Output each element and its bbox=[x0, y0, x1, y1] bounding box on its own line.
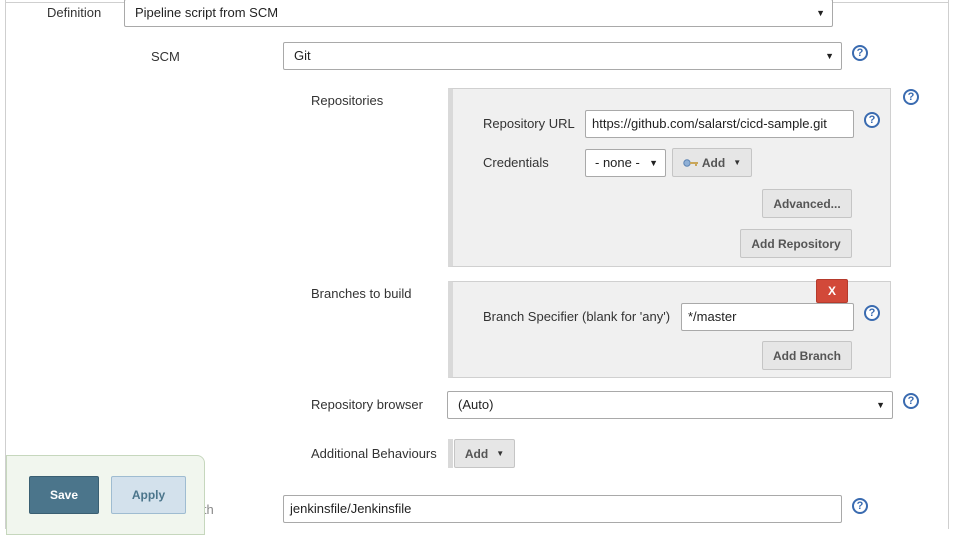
delete-branch-button[interactable]: X bbox=[816, 279, 848, 303]
repositories-label: Repositories bbox=[311, 93, 384, 108]
script-path-help-icon[interactable]: ? bbox=[852, 498, 868, 514]
chevron-down-icon: ▼ bbox=[816, 8, 825, 18]
additional-behaviours-label: Additional Behaviours bbox=[311, 446, 437, 461]
scm-select[interactable]: Git ▼ bbox=[283, 42, 842, 70]
apply-button[interactable]: Apply bbox=[111, 476, 186, 514]
add-branch-button[interactable]: Add Branch bbox=[762, 341, 852, 370]
repository-browser-value: (Auto) bbox=[458, 397, 494, 412]
credentials-value: - none - bbox=[595, 155, 640, 170]
credentials-label: Credentials bbox=[483, 155, 549, 170]
definition-select[interactable]: Pipeline script from SCM ▼ bbox=[124, 0, 833, 27]
repository-url-help-icon[interactable]: ? bbox=[864, 112, 880, 128]
branches-label: Branches to build bbox=[311, 286, 412, 301]
add-repository-button[interactable]: Add Repository bbox=[740, 229, 852, 258]
scm-label: SCM bbox=[151, 49, 180, 64]
credentials-add-label: Add bbox=[701, 155, 726, 170]
additional-behaviours-add-label: Add bbox=[464, 446, 489, 461]
repository-browser-select[interactable]: (Auto) ▼ bbox=[447, 391, 893, 419]
chevron-down-icon: ▼ bbox=[649, 158, 658, 168]
page-right-border bbox=[948, 0, 949, 529]
advanced-button[interactable]: Advanced... bbox=[762, 189, 852, 218]
repository-url-input[interactable]: https://github.com/salarst/cicd-sample.g… bbox=[585, 110, 854, 138]
chevron-down-icon: ▼ bbox=[876, 400, 885, 410]
page-left-border bbox=[5, 0, 6, 529]
repository-browser-label: Repository browser bbox=[311, 397, 423, 412]
credentials-add-button[interactable]: Add ▼ bbox=[672, 148, 752, 177]
scm-help-icon[interactable]: ? bbox=[852, 45, 868, 61]
chevron-down-icon: ▼ bbox=[825, 51, 834, 61]
save-button[interactable]: Save bbox=[29, 476, 99, 514]
additional-behaviours-rail bbox=[448, 439, 453, 468]
definition-label: Definition bbox=[47, 5, 102, 20]
credentials-select[interactable]: - none - ▼ bbox=[585, 149, 666, 177]
caret-down-icon: ▼ bbox=[496, 449, 505, 458]
repositories-help-icon[interactable]: ? bbox=[903, 89, 919, 105]
repository-browser-help-icon[interactable]: ? bbox=[903, 393, 919, 409]
scm-value: Git bbox=[294, 48, 311, 63]
additional-behaviours-add-button[interactable]: Add ▼ bbox=[454, 439, 515, 468]
branch-specifier-input[interactable]: */master bbox=[681, 303, 854, 331]
repository-url-label: Repository URL bbox=[483, 116, 575, 131]
key-icon bbox=[683, 158, 698, 167]
branch-specifier-label: Branch Specifier (blank for 'any') bbox=[483, 309, 671, 324]
script-path-input[interactable]: jenkinsfile/Jenkinsfile bbox=[283, 495, 842, 523]
caret-down-icon: ▼ bbox=[733, 158, 742, 167]
definition-value: Pipeline script from SCM bbox=[135, 5, 279, 20]
branch-specifier-help-icon[interactable]: ? bbox=[864, 305, 880, 321]
